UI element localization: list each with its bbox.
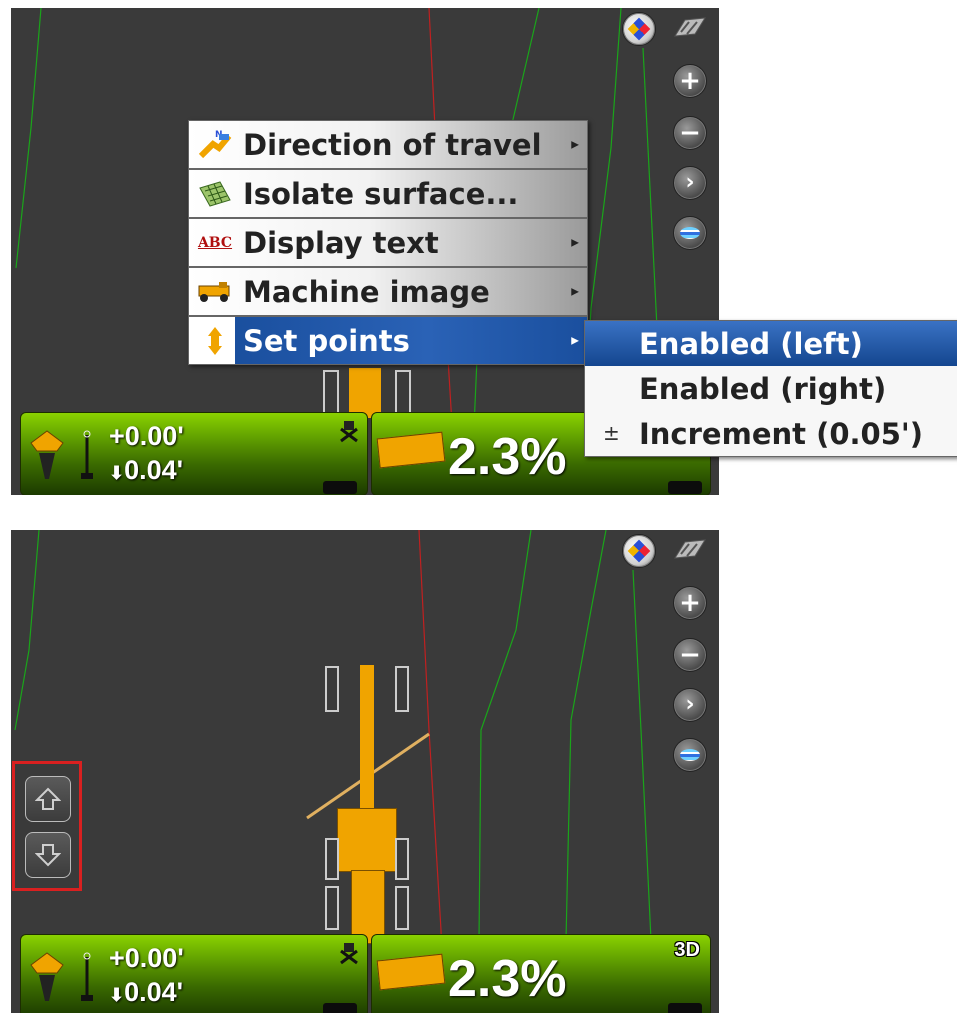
submenu-item-label: Enabled (right) — [639, 371, 887, 406]
submenu-item-increment[interactable]: ± Increment (0.05') — [585, 411, 957, 456]
menu-item-label: Machine image — [243, 274, 490, 309]
elevation-panel[interactable]: +0.00' ⬇0.04' — [20, 412, 368, 495]
menu-item-label: Display text — [243, 225, 439, 260]
setpoint-callout — [12, 761, 82, 891]
gps-icon — [674, 17, 706, 37]
cut-value-text: 0.04' — [124, 455, 184, 485]
arrow-up-icon — [35, 787, 61, 810]
elevation-panel[interactable]: +0.00' ⬇0.04' — [20, 934, 368, 1013]
orientation-icon[interactable] — [622, 12, 656, 46]
machine-wheel — [395, 886, 409, 930]
slope-indicator — [376, 953, 446, 991]
set-points-icon — [193, 323, 237, 359]
panel-tab[interactable] — [668, 481, 702, 494]
machine-wheel — [325, 666, 339, 712]
submenu-arrow-icon: ▶ — [571, 335, 579, 346]
menu-item-set-points[interactable]: Set points ▶ — [189, 317, 587, 364]
panel-tab[interactable] — [668, 1003, 702, 1013]
menu-item-isolate-surface[interactable]: Isolate surface... — [189, 170, 587, 219]
menu-item-label: Isolate surface... — [243, 176, 519, 211]
set-points-submenu: Enabled (left) Enabled (right) ± Increme… — [584, 320, 957, 457]
layers-icon[interactable] — [673, 738, 707, 772]
elevation-offset-value: +0.00' — [109, 943, 184, 973]
context-menu: N Direction of travel ▶ Isolate surface.… — [188, 120, 588, 365]
machine-graphic — [349, 368, 381, 418]
menu-item-label: Set points — [243, 323, 410, 358]
submenu-arrow-icon: ▶ — [571, 139, 579, 150]
slope-indicator — [376, 431, 446, 469]
map-view-bottom[interactable]: + − › +0.00' ⬇0.04' 2.3% 3D — [11, 530, 719, 1013]
machine-wheel — [325, 838, 339, 880]
slope-panel[interactable]: 2.3% 3D — [371, 934, 711, 1013]
isolate-surface-icon — [193, 176, 237, 212]
layers-icon[interactable] — [673, 216, 707, 250]
direction-of-travel-icon: N — [193, 127, 237, 163]
menu-item-direction-of-travel[interactable]: N Direction of travel ▶ — [189, 121, 587, 170]
zoom-out-icon[interactable]: − — [673, 638, 707, 672]
cut-value: ⬇0.04' — [109, 977, 183, 1008]
machine-wheel — [395, 370, 411, 414]
menu-item-machine-image[interactable]: Machine image ▶ — [189, 268, 587, 317]
machine-wheel — [323, 370, 339, 414]
submenu-item-label: Enabled (left) — [639, 326, 863, 361]
machine-image-icon — [193, 274, 237, 310]
machine-wheel — [395, 838, 409, 880]
cut-value: ⬇0.04' — [109, 455, 183, 486]
next-icon[interactable]: › — [673, 166, 707, 200]
antenna-icon — [81, 430, 93, 479]
machine-blade-icon — [30, 952, 64, 1001]
panel-tab[interactable] — [323, 1003, 357, 1013]
increment-icon: ± — [603, 421, 620, 445]
mode-3d-badge: 3D — [674, 939, 700, 961]
target-machine-icon — [340, 421, 358, 443]
machine-blade-icon — [30, 430, 64, 479]
submenu-arrow-icon: ▶ — [571, 237, 579, 248]
panel-tab[interactable] — [323, 481, 357, 494]
abc-icon-text: ABC — [197, 234, 233, 251]
zoom-in-icon[interactable]: + — [673, 586, 707, 620]
down-arrow-icon: ⬇ — [109, 985, 125, 1005]
setpoint-up-button[interactable] — [25, 776, 71, 822]
target-machine-icon — [340, 943, 358, 965]
machine-front-frame — [360, 665, 374, 815]
elevation-offset-value: +0.00' — [109, 421, 184, 451]
setpoint-down-button[interactable] — [25, 832, 71, 878]
machine-rear — [351, 870, 385, 944]
machine-cab — [337, 808, 397, 872]
arrow-down-icon — [35, 844, 61, 867]
slope-value: 2.3% — [448, 950, 567, 1008]
gps-icon — [674, 539, 706, 559]
machine-wheel — [395, 666, 409, 712]
submenu-item-enabled-right[interactable]: Enabled (right) — [585, 366, 957, 411]
menu-item-display-text[interactable]: ABC Display text ▶ — [189, 219, 587, 268]
submenu-item-label: Increment (0.05') — [639, 416, 924, 451]
antenna-icon — [81, 952, 93, 1001]
orientation-icon[interactable] — [622, 534, 656, 568]
zoom-in-icon[interactable]: + — [673, 64, 707, 98]
next-icon[interactable]: › — [673, 688, 707, 722]
display-text-icon: ABC — [193, 225, 237, 261]
submenu-arrow-icon: ▶ — [571, 286, 579, 297]
submenu-item-enabled-left[interactable]: Enabled (left) — [585, 321, 957, 366]
down-arrow-icon: ⬇ — [109, 463, 125, 483]
machine-wheel — [325, 886, 339, 930]
cut-value-text: 0.04' — [124, 977, 184, 1007]
zoom-out-icon[interactable]: − — [673, 116, 707, 150]
slope-value: 2.3% — [448, 428, 567, 486]
menu-item-label: Direction of travel — [243, 127, 542, 162]
